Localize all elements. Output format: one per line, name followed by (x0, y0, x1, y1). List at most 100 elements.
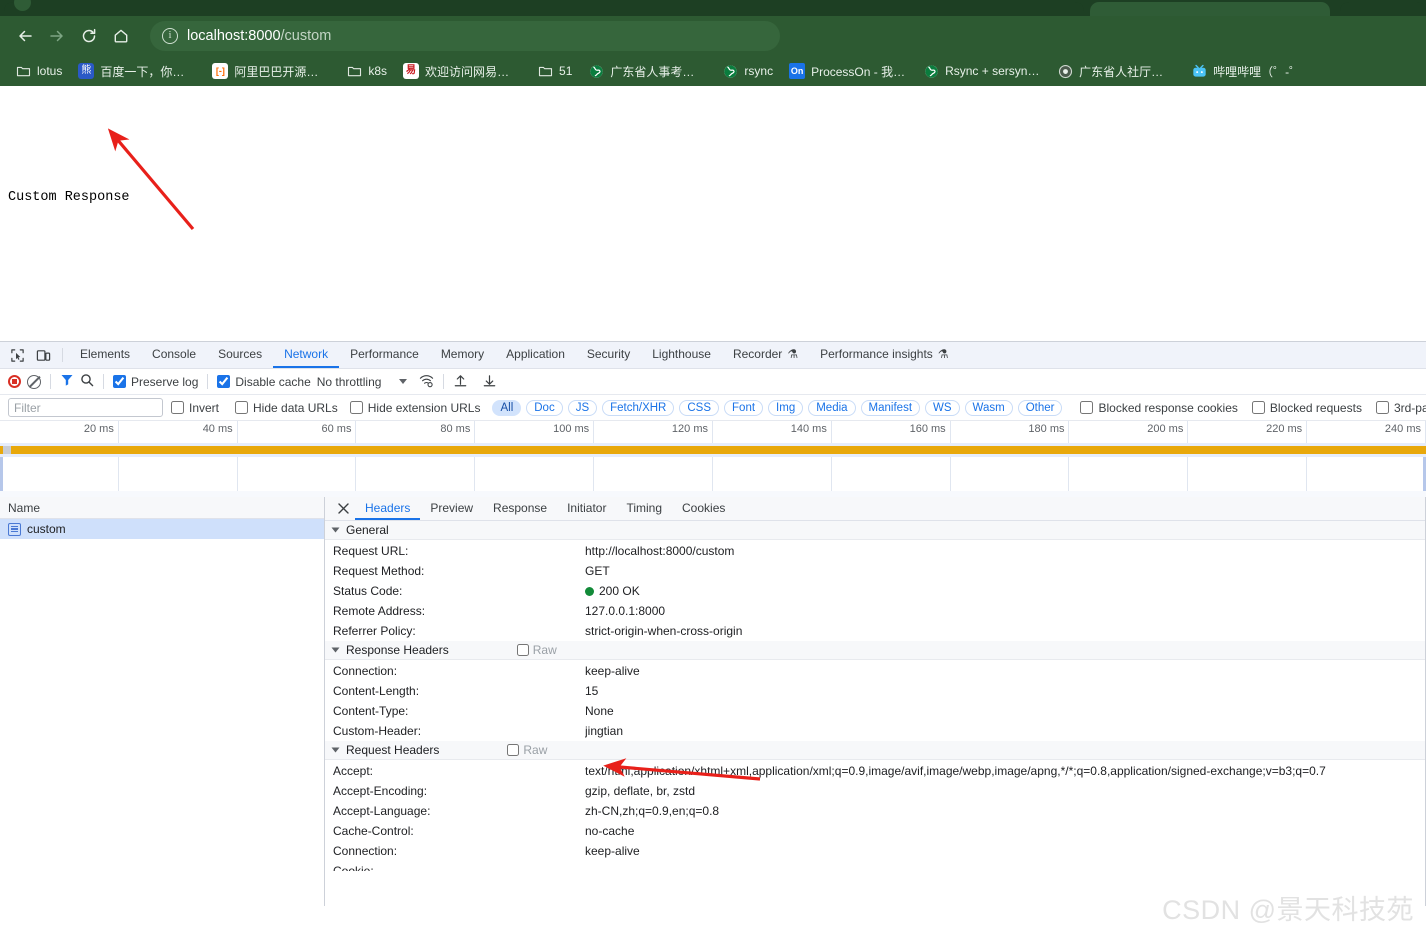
third-party-requests-input[interactable] (1375, 401, 1389, 414)
tab-network[interactable]: Network (273, 342, 340, 368)
search-icon[interactable] (80, 373, 94, 390)
type-chip-media[interactable]: Media (808, 399, 856, 416)
clear-network-log-icon[interactable] (27, 374, 41, 389)
hide-extension-urls-input[interactable] (349, 401, 363, 414)
blocked-response-cookies-input[interactable] (1080, 401, 1094, 414)
gov-seal-icon (1057, 63, 1073, 79)
type-chip-js[interactable]: JS (567, 399, 598, 416)
disable-cache-input[interactable] (217, 375, 231, 388)
type-chip-all[interactable]: All (492, 399, 522, 416)
disable-cache-checkbox[interactable]: Disable cache (217, 375, 311, 389)
section-header[interactable]: Request Headers Raw (325, 741, 1426, 760)
throttling-dropdown[interactable]: No throttling (317, 375, 408, 389)
bookmark-item[interactable]: k8s (339, 60, 394, 82)
timeline-tick: 240 ms (1307, 421, 1426, 497)
type-chip-img[interactable]: Img (768, 399, 804, 416)
browser-tab[interactable] (1340, 2, 1426, 16)
browser-tab[interactable] (1090, 2, 1330, 16)
type-chip-ws[interactable]: WS (925, 399, 960, 416)
third-party-requests-checkbox[interactable]: 3rd-party requests (1375, 401, 1426, 415)
type-chip-doc[interactable]: Doc (526, 399, 563, 416)
type-chip-manifest[interactable]: Manifest (860, 399, 921, 416)
network-overview-timeline[interactable]: 20 ms 40 ms 60 ms 80 ms 100 ms 120 ms 140 ms 16… (0, 421, 1426, 497)
tab-memory[interactable]: Memory (430, 342, 495, 368)
tab-application[interactable]: Application (495, 342, 576, 368)
subtab-initiator[interactable]: Initiator (557, 497, 616, 520)
section-header[interactable]: Response Headers Raw (325, 641, 1426, 660)
type-chip-wasm[interactable]: Wasm (964, 399, 1013, 416)
invert-checkbox[interactable]: Invert (171, 401, 219, 415)
tab-performance[interactable]: Performance (339, 342, 430, 368)
header-row: Content-Length: 15 (325, 681, 1426, 701)
tab-label: Lighthouse (652, 347, 711, 361)
import-har-icon[interactable] (453, 373, 468, 391)
section-header[interactable]: General (325, 521, 1426, 540)
preserve-log-input[interactable] (113, 375, 126, 388)
raw-checkbox[interactable] (516, 644, 529, 656)
chevron-down-icon (399, 379, 408, 384)
bookmark-item[interactable]: rsync (715, 60, 780, 82)
blocked-requests-checkbox[interactable]: Blocked requests (1251, 401, 1362, 415)
bookmark-item[interactable]: 广东省人事考试局... (581, 60, 713, 83)
back-arrow-icon[interactable] (10, 21, 40, 51)
bookmark-item[interactable]: 哔哩哔哩（゜-゜ (1184, 60, 1308, 83)
bookmark-item[interactable]: 51 (530, 60, 579, 82)
type-chip-css[interactable]: CSS (679, 399, 720, 416)
tab-performance-insights[interactable]: Performance insights ⚗ (809, 342, 959, 368)
record-stop-icon[interactable] (8, 375, 21, 388)
timeline-tick: 100 ms (475, 421, 595, 497)
tab-lighthouse[interactable]: Lighthouse (641, 342, 722, 368)
type-chip-other[interactable]: Other (1017, 399, 1063, 416)
bookmark-item[interactable]: lotus (8, 60, 69, 82)
invert-input[interactable] (171, 401, 184, 414)
subtab-response[interactable]: Response (483, 497, 557, 520)
subtab-preview[interactable]: Preview (420, 497, 483, 520)
table-row[interactable]: custom (0, 519, 324, 539)
subtab-timing[interactable]: Timing (616, 497, 672, 520)
browser-tab-strip[interactable] (0, 0, 1426, 16)
info-circle-icon[interactable]: i (162, 28, 178, 44)
subtab-headers[interactable]: Headers (355, 497, 421, 520)
tab-recorder[interactable]: Recorder ⚗ (722, 342, 809, 368)
subtab-cookies[interactable]: Cookies (672, 497, 735, 520)
timeline-tick: 40 ms (119, 421, 238, 497)
hide-extension-urls-checkbox[interactable]: Hide extension URLs (349, 401, 480, 415)
browser-tab[interactable] (4, 2, 1084, 16)
tab-elements[interactable]: Elements (69, 342, 141, 368)
type-chip-fetch-xhr[interactable]: Fetch/XHR (602, 399, 675, 416)
raw-checkbox[interactable] (507, 744, 520, 756)
address-bar[interactable]: i localhost:8000/custom (150, 21, 780, 51)
filter-funnel-icon[interactable] (60, 373, 74, 390)
header-row: Remote Address: 127.0.0.1:8000 (325, 601, 1426, 621)
bookmark-item[interactable]: [-] 阿里巴巴开源镜像... (205, 60, 337, 83)
raw-toggle[interactable]: Raw (516, 643, 557, 657)
device-toolbar-icon[interactable] (30, 342, 56, 368)
tab-console[interactable]: Console (141, 342, 207, 368)
tab-sources[interactable]: Sources (207, 342, 273, 368)
filter-input[interactable] (8, 398, 163, 417)
divider (62, 348, 63, 362)
home-icon[interactable] (106, 21, 136, 51)
bookmark-item[interactable]: 易欢迎访问网易开源... (396, 60, 528, 83)
timeline-tick: 200 ms (1070, 421, 1189, 497)
hide-data-urls-checkbox[interactable]: Hide data URLs (235, 401, 338, 415)
close-icon[interactable] (331, 497, 355, 520)
raw-toggle[interactable]: Raw (507, 743, 547, 757)
blocked-response-cookies-checkbox[interactable]: Blocked response cookies (1080, 401, 1238, 415)
type-chip-font[interactable]: Font (724, 399, 764, 416)
hide-data-urls-input[interactable] (235, 401, 249, 414)
tab-security[interactable]: Security (576, 342, 641, 368)
forward-arrow-icon[interactable] (42, 21, 72, 51)
request-list-header[interactable]: Name (0, 497, 324, 519)
bookmark-item[interactable]: 广东省人社厅网上... (1050, 60, 1182, 83)
reload-icon[interactable] (74, 21, 104, 51)
bookmark-item[interactable]: 熊百度一下，你就知道 (71, 60, 203, 83)
bookmark-item[interactable]: On ProcessOn - 我的... (782, 60, 914, 83)
header-value: zh-CN,zh;q=0.9,en;q=0.8 (585, 804, 720, 818)
export-har-icon[interactable] (482, 373, 497, 391)
preserve-log-checkbox[interactable]: Preserve log (113, 375, 198, 389)
inspect-element-icon[interactable] (4, 342, 30, 368)
network-conditions-icon[interactable] (419, 373, 434, 391)
blocked-requests-input[interactable] (1251, 401, 1265, 414)
bookmark-item[interactable]: Rsync + sersync... (916, 60, 1048, 82)
